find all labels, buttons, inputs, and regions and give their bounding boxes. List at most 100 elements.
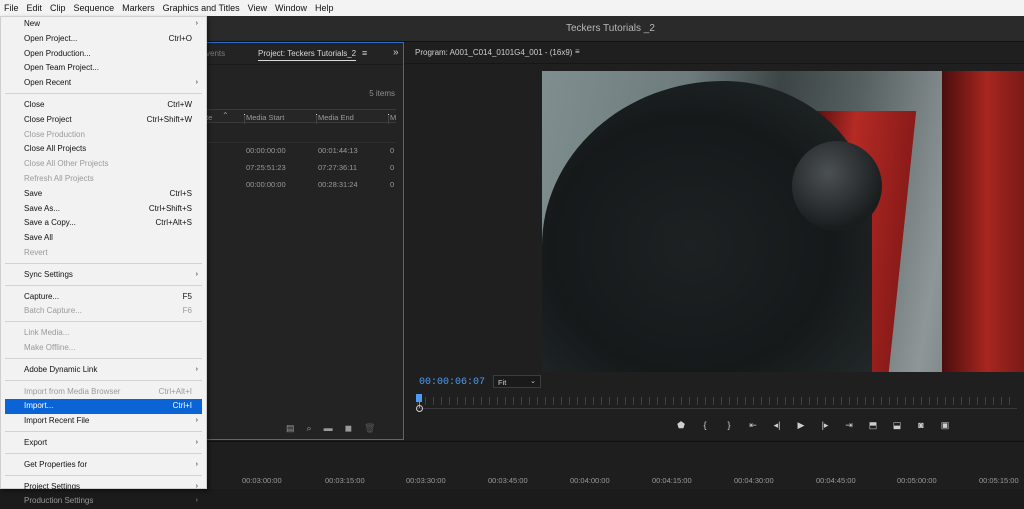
menu-markers[interactable]: Markers	[118, 3, 159, 13]
project-table: te ⌃ Media Start Media End M 00:00:00:00…	[206, 109, 396, 194]
menu-sequence[interactable]: Sequence	[70, 3, 119, 13]
automate-to-sequence-icon[interactable]: ▤	[286, 423, 295, 434]
menu-item-shortcut: Ctrl+Shift+S	[148, 203, 192, 213]
program-monitor-title: Program: A001_C014_0101G4_001 - (16x9)	[415, 48, 573, 57]
new-bin-icon[interactable]: ▬	[324, 423, 333, 434]
go-to-in-icon[interactable]: ⇤	[747, 420, 759, 431]
menu-item-label: Get Properties for	[24, 459, 88, 469]
time-label: 00:03:15:00	[325, 476, 365, 485]
menu-item-revert: Revert	[1, 246, 206, 261]
menu-item-label: Close Project	[24, 114, 72, 124]
zoom-level-select[interactable]: Fit ⌄	[493, 375, 541, 388]
cell: 0	[390, 146, 395, 155]
menu-item-save[interactable]: Save Ctrl+S	[1, 187, 206, 202]
menu-item-save-as[interactable]: Save As... Ctrl+Shift+S	[1, 202, 206, 217]
menu-item-project-settings[interactable]: Project Settings ›	[1, 480, 206, 495]
menu-edit[interactable]: Edit	[23, 3, 47, 13]
menu-item-label: Open Production...	[24, 48, 91, 58]
menu-graphics-and-titles[interactable]: Graphics and Titles	[159, 3, 244, 13]
menu-item-label: Make Offline...	[24, 342, 76, 352]
step-back-icon[interactable]: ◂|	[771, 420, 783, 431]
video-frame[interactable]	[542, 71, 1024, 372]
menu-item-label: Save	[24, 188, 43, 198]
table-row[interactable]: 00:00:00:00 00:28:31:24 0	[206, 177, 396, 194]
menu-item-close-production: Close Production	[1, 128, 206, 143]
media-start-cell: 00:00:00:00	[246, 146, 286, 155]
menu-item-get-properties-for[interactable]: Get Properties for ›	[1, 458, 206, 473]
menu-item-label: Project Settings	[24, 481, 81, 491]
comparison-view-icon[interactable]: ▣	[939, 420, 951, 431]
menu-item-import[interactable]: Import... Ctrl+I	[5, 399, 202, 415]
menu-item-label: New	[24, 19, 41, 28]
step-forward-icon[interactable]: |▸	[819, 420, 831, 431]
time-ruler[interactable]	[417, 397, 1017, 405]
table-row[interactable]: 00:00:00:00 00:01:44:13 0	[206, 143, 396, 160]
mark-out-icon[interactable]: }	[723, 420, 735, 431]
menu-item-capture[interactable]: Capture... F5	[1, 290, 206, 305]
menu-item-shortcut: Ctrl+O	[168, 33, 192, 43]
menu-item-open-team-project[interactable]: Open Team Project...	[1, 61, 206, 76]
menu-item-label: Close Production	[24, 129, 85, 139]
transport-controls: ⬟ { } ⇤ ◂| ▶ |▸ ⇥ ⬒ ⬓ ◙ ▣	[675, 420, 951, 431]
menu-clip[interactable]: Clip	[46, 3, 70, 13]
menu-item-label: Sync Settings	[24, 269, 73, 279]
mark-in-icon[interactable]: {	[699, 420, 711, 431]
menu-item-shortcut: F5	[182, 291, 192, 301]
menu-item-new[interactable]: New ›	[1, 17, 206, 32]
playhead-timecode[interactable]: 00:00:06:07	[419, 377, 485, 388]
panel-menu-icon[interactable]: ≡	[362, 48, 367, 58]
new-item-icon[interactable]: ◼	[345, 423, 352, 434]
export-frame-icon[interactable]: ◙	[915, 420, 927, 431]
menu-item-open-production[interactable]: Open Production...	[1, 47, 206, 62]
panel-menu-icon[interactable]: ≡	[575, 47, 580, 56]
column-header-media-start[interactable]: Media Start	[246, 113, 284, 122]
menu-view[interactable]: View	[244, 3, 271, 13]
menu-item-open-recent[interactable]: Open Recent ›	[1, 76, 206, 91]
table-row[interactable]	[206, 123, 396, 143]
menu-item-close[interactable]: Close Ctrl+W	[1, 98, 206, 113]
lift-icon[interactable]: ⬒	[867, 420, 879, 431]
menu-item-label: Link Media...	[24, 328, 70, 338]
tab-project[interactable]: Project: Teckers Tutorials_2	[258, 49, 357, 61]
menu-item-export[interactable]: Export ›	[1, 436, 206, 451]
expand-panels-icon[interactable]: »	[393, 47, 399, 58]
zoom-scroll-handle[interactable]	[416, 405, 423, 412]
menu-item-import-recent-file[interactable]: Import Recent File ›	[1, 414, 206, 429]
media-start-cell: 07:25:51:23	[246, 163, 286, 172]
menu-item-label: Close All Projects	[24, 144, 87, 154]
go-to-out-icon[interactable]: ⇥	[843, 420, 855, 431]
menu-item-save-all[interactable]: Save All	[1, 231, 206, 246]
menu-item-label: Import...	[24, 401, 54, 411]
zoom-scroll-track[interactable]	[417, 408, 1017, 409]
submenu-chevron-icon: ›	[195, 417, 198, 425]
sort-ascending-icon[interactable]: ⌃	[222, 111, 229, 120]
tab-events[interactable]: vents	[206, 49, 225, 58]
column-header-more[interactable]: M	[390, 113, 396, 122]
media-end-cell: 00:01:44:13	[318, 146, 358, 155]
menu-item-shortcut: Ctrl+W	[167, 99, 192, 109]
clear-icon[interactable]: 🗑	[364, 423, 375, 434]
menu-help[interactable]: Help	[311, 3, 338, 13]
submenu-chevron-icon: ›	[195, 482, 198, 490]
cell: 0	[390, 163, 395, 172]
add-marker-icon[interactable]: ⬟	[675, 420, 687, 431]
find-icon[interactable]: ⌕	[307, 423, 312, 434]
menu-item-close-all-projects[interactable]: Close All Projects	[1, 142, 206, 157]
menu-item-open-project[interactable]: Open Project... Ctrl+O	[1, 32, 206, 47]
menu-item-close-project[interactable]: Close Project Ctrl+Shift+W	[1, 113, 206, 128]
table-row[interactable]: 07:25:51:23 07:27:36:11 0	[206, 160, 396, 177]
extract-icon[interactable]: ⬓	[891, 420, 903, 431]
column-header-media-end[interactable]: Media End	[318, 113, 354, 122]
menu-item-save-a-copy[interactable]: Save a Copy... Ctrl+Alt+S	[1, 216, 206, 231]
menu-window[interactable]: Window	[271, 3, 311, 13]
play-icon[interactable]: ▶	[795, 420, 807, 431]
submenu-chevron-icon: ›	[195, 20, 198, 27]
menu-item-label: Save All	[24, 233, 53, 243]
menu-item-label: Open Recent	[24, 78, 72, 88]
menu-item-adobe-dynamic-link[interactable]: Adobe Dynamic Link ›	[1, 363, 206, 378]
playhead[interactable]	[416, 394, 422, 402]
menu-item-sync-settings[interactable]: Sync Settings ›	[1, 268, 206, 283]
submenu-chevron-icon: ›	[195, 79, 198, 87]
menu-file[interactable]: File	[0, 3, 23, 13]
table-header: te ⌃ Media Start Media End M	[206, 109, 396, 124]
